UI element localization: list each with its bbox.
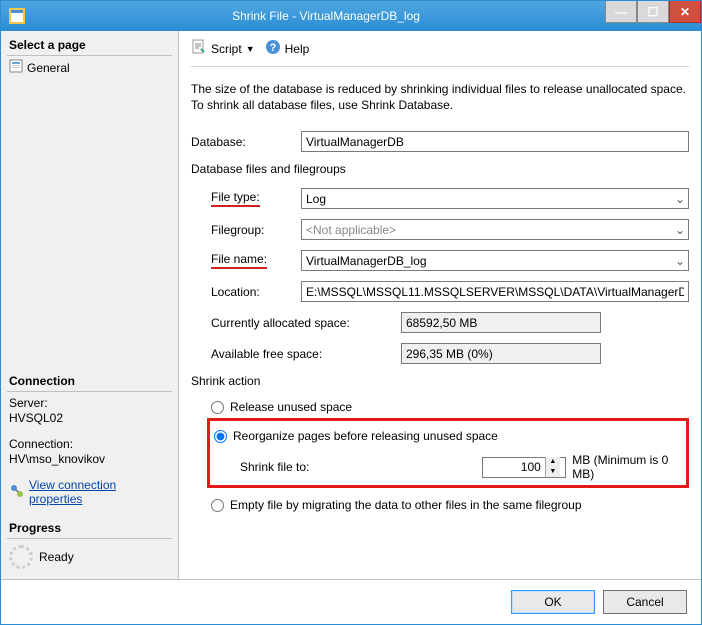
allocated-label: Currently allocated space:: [191, 316, 401, 330]
shrink-to-input[interactable]: [483, 460, 545, 474]
page-icon: [9, 59, 23, 76]
shrink-to-label: Shrink file to:: [240, 460, 362, 474]
radio-empty-row[interactable]: Empty file by migrating the data to othe…: [191, 494, 689, 516]
maximize-button[interactable]: ☐: [637, 1, 669, 23]
free-label: Available free space:: [191, 347, 401, 361]
help-button[interactable]: ? Help: [265, 39, 310, 58]
spin-down-icon[interactable]: ▼: [546, 467, 560, 477]
radio-empty[interactable]: [211, 499, 224, 512]
chevron-down-icon: ⌄: [672, 223, 688, 237]
dialog-footer: OK Cancel: [1, 579, 701, 624]
file-type-select[interactable]: Log ⌄: [301, 188, 689, 209]
highlighted-option: Reorganize pages before releasing unused…: [207, 418, 689, 488]
window-title: Shrink File - VirtualManagerDB_log: [0, 9, 701, 23]
help-label: Help: [285, 42, 310, 56]
radio-release-label: Release unused space: [230, 400, 352, 414]
chevron-down-icon: ⌄: [672, 254, 688, 268]
file-type-value: Log: [306, 192, 326, 206]
minimize-button[interactable]: —: [605, 1, 637, 23]
radio-reorganize-row[interactable]: Reorganize pages before releasing unused…: [210, 425, 686, 447]
radio-empty-label: Empty file by migrating the data to othe…: [230, 498, 582, 512]
filegroup-label: Filegroup:: [211, 223, 301, 237]
svg-text:?: ?: [269, 42, 276, 54]
left-panel: Select a page General Connection Server:…: [1, 31, 179, 579]
radio-reorganize-label: Reorganize pages before releasing unused…: [233, 429, 498, 443]
titlebar: Shrink File - VirtualManagerDB_log — ☐ ✕: [1, 1, 701, 31]
file-name-select[interactable]: VirtualManagerDB_log ⌄: [301, 250, 689, 271]
script-button[interactable]: Script ▼: [191, 39, 255, 58]
file-name-value: VirtualManagerDB_log: [306, 254, 427, 268]
filegroup-value: <Not applicable>: [306, 223, 396, 237]
server-value: HVSQL02: [9, 411, 170, 425]
connection-icon: [9, 483, 25, 502]
description-text: The size of the database is reduced by s…: [191, 81, 689, 113]
file-name-label: File name:: [211, 252, 301, 269]
cancel-button[interactable]: Cancel: [603, 590, 687, 614]
location-label: Location:: [211, 285, 301, 299]
shrink-action-label: Shrink action: [191, 374, 689, 388]
close-button[interactable]: ✕: [669, 1, 701, 23]
radio-release[interactable]: [211, 401, 224, 414]
script-label: Script: [211, 42, 242, 56]
ok-button[interactable]: OK: [511, 590, 595, 614]
main-content: Script ▼ ? Help The size of the database…: [179, 31, 701, 579]
connection-header: Connection: [7, 371, 172, 392]
script-icon: [191, 39, 207, 58]
progress-spinner-icon: [9, 545, 33, 569]
allocated-value: 68592,50 MB: [401, 312, 601, 333]
location-field[interactable]: [301, 281, 689, 302]
files-section-label: Database files and filegroups: [191, 162, 689, 176]
filegroup-select: <Not applicable> ⌄: [301, 219, 689, 240]
sidebar-item-label: General: [27, 61, 70, 75]
shrink-to-suffix: MB (Minimum is 0 MB): [572, 453, 686, 481]
file-type-label: File type:: [211, 190, 301, 207]
view-connection-link[interactable]: View connection properties: [29, 478, 170, 506]
progress-header: Progress: [7, 518, 172, 539]
free-value: 296,35 MB (0%): [401, 343, 601, 364]
connection-label: Connection:: [9, 437, 170, 451]
chevron-down-icon: ▼: [246, 44, 255, 54]
progress-status: Ready: [39, 550, 74, 564]
sidebar-item-general[interactable]: General: [7, 56, 172, 79]
radio-release-row[interactable]: Release unused space: [191, 396, 689, 418]
server-label: Server:: [9, 396, 170, 410]
connection-value: HV\mso_knovikov: [9, 452, 170, 466]
help-icon: ?: [265, 39, 281, 58]
spin-up-icon[interactable]: ▲: [546, 457, 560, 467]
database-label: Database:: [191, 135, 301, 149]
select-page-header: Select a page: [7, 35, 172, 56]
chevron-down-icon: ⌄: [672, 192, 688, 206]
shrink-to-spinner[interactable]: ▲ ▼: [482, 457, 566, 478]
database-field[interactable]: [301, 131, 689, 152]
radio-reorganize[interactable]: [214, 430, 227, 443]
